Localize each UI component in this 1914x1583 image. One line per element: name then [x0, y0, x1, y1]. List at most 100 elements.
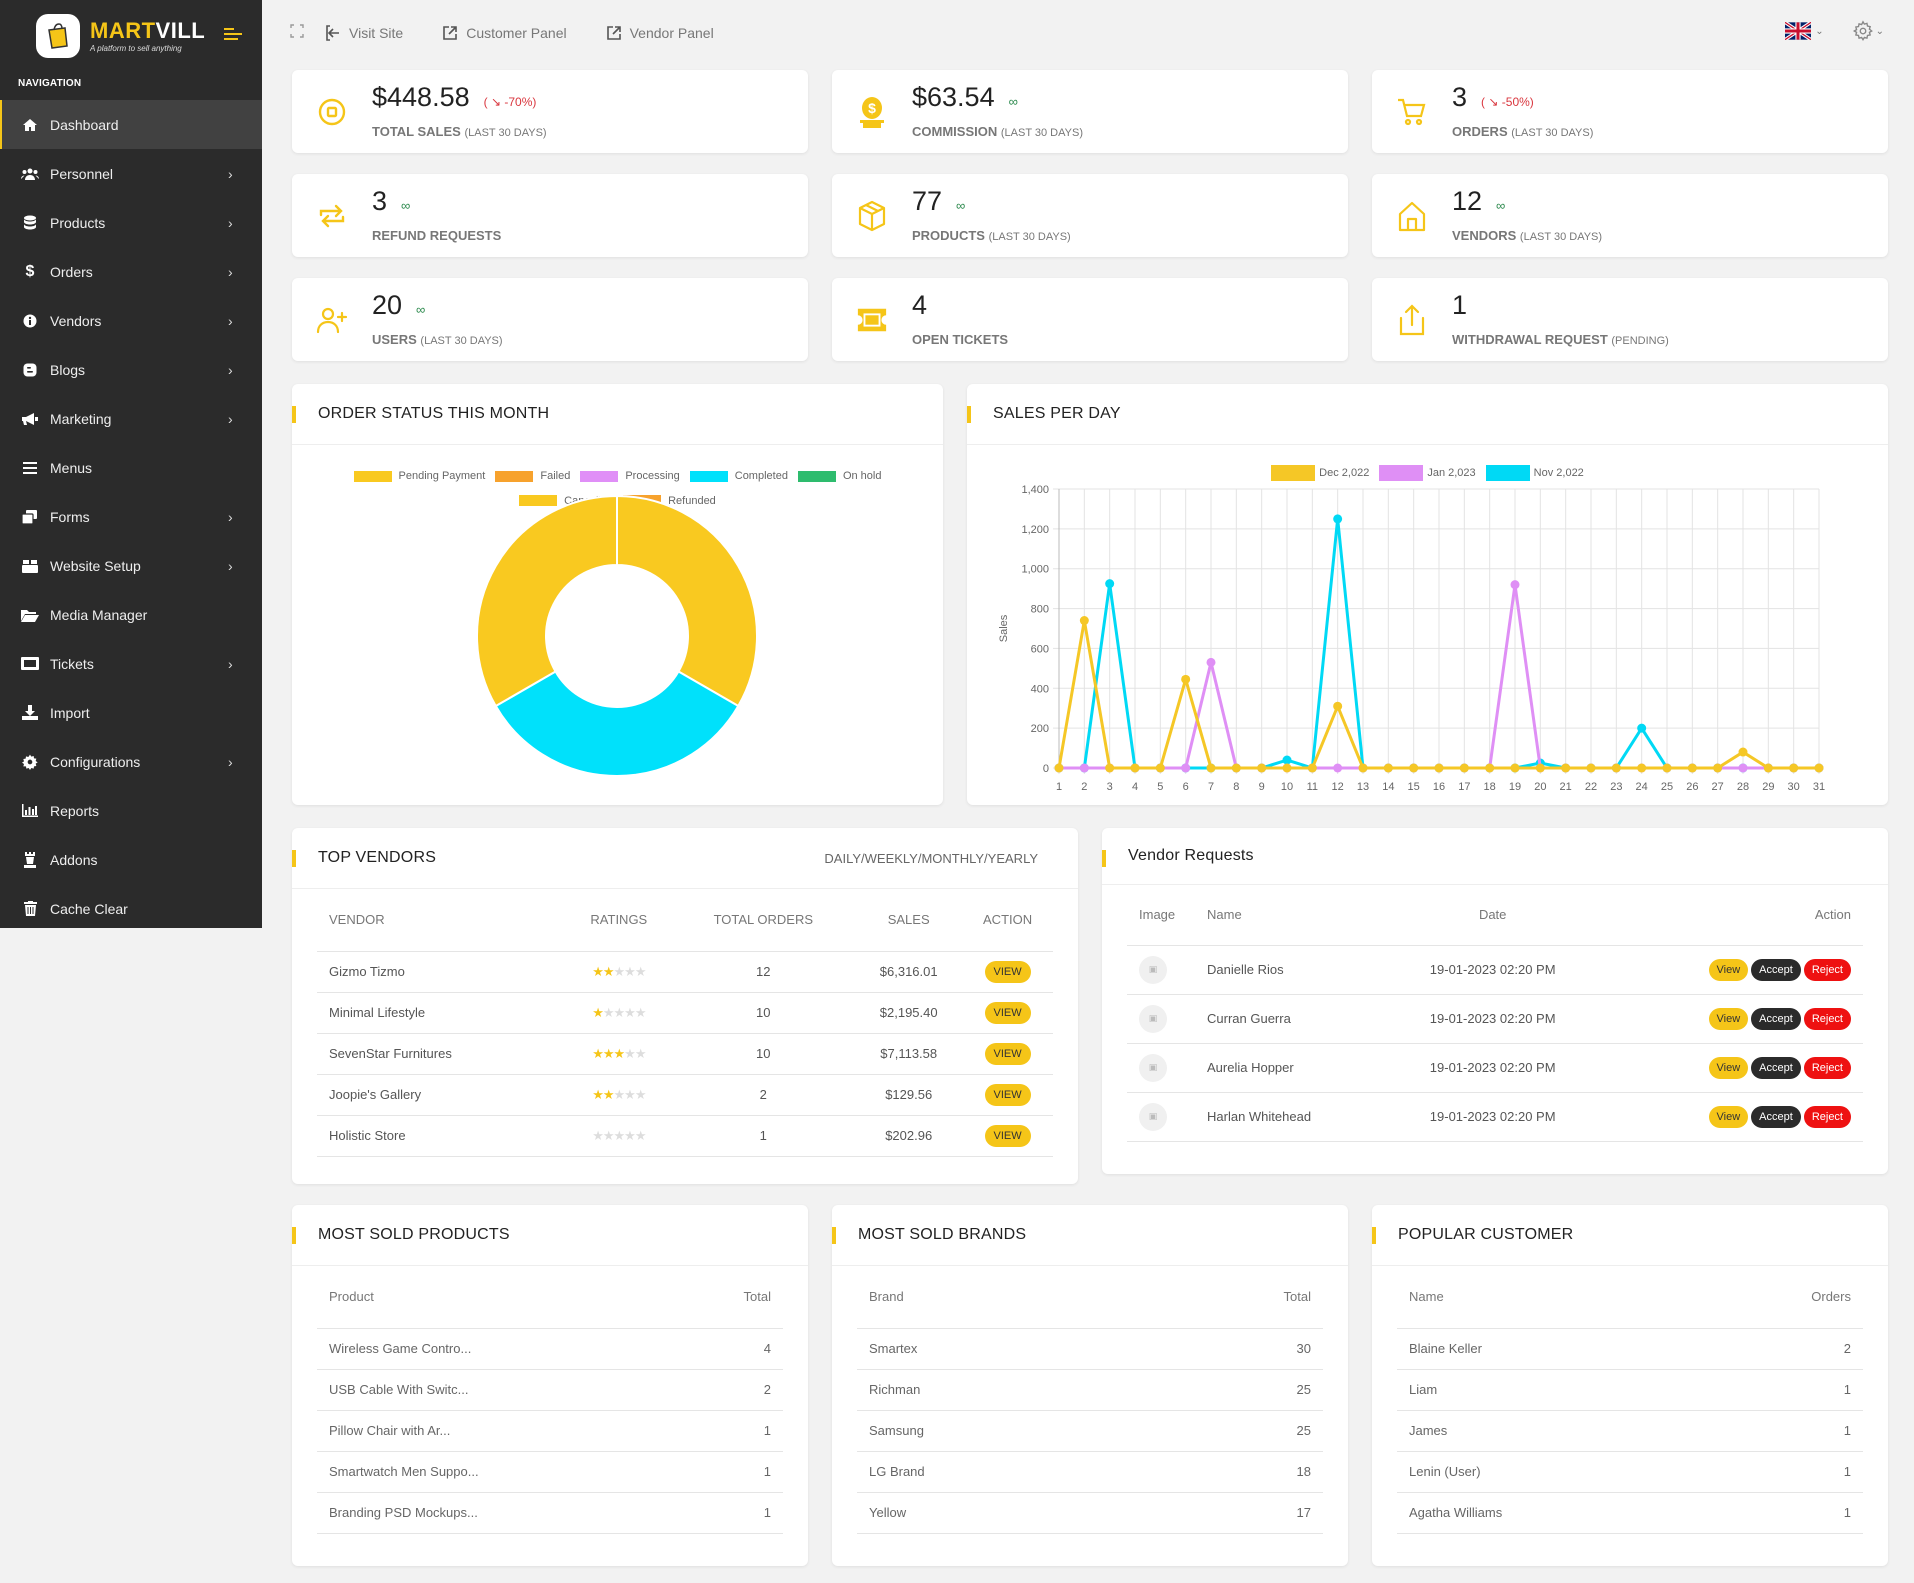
visit-site-link[interactable]: Visit Site: [324, 24, 403, 42]
table-row[interactable]: Richman 25: [857, 1369, 1323, 1411]
table-row[interactable]: LG Brand 18: [857, 1451, 1323, 1493]
sidebar-item-cache-clear[interactable]: Cache Clear: [0, 884, 262, 933]
data-point[interactable]: [1383, 763, 1393, 773]
data-point[interactable]: [1662, 763, 1672, 773]
data-point[interactable]: [1181, 674, 1191, 684]
table-row[interactable]: Blaine Keller 2: [1397, 1328, 1863, 1370]
stat-card-open-tickets[interactable]: 4 OPEN TICKETS: [832, 278, 1348, 361]
data-point[interactable]: [1333, 514, 1343, 524]
accept-request-button[interactable]: Accept: [1751, 958, 1801, 981]
table-row[interactable]: Smartex 30: [857, 1328, 1323, 1370]
language-chevron-down-icon[interactable]: ⌄: [1815, 26, 1823, 37]
sidebar-item-products[interactable]: Products ›: [0, 198, 262, 247]
sidebar-item-tickets[interactable]: Tickets ›: [0, 639, 262, 688]
data-point[interactable]: [1763, 763, 1773, 773]
data-point[interactable]: [1155, 763, 1165, 773]
reject-request-button[interactable]: Reject: [1803, 1007, 1851, 1030]
data-point[interactable]: [1206, 657, 1216, 667]
data-point[interactable]: [1637, 723, 1647, 733]
settings-menu[interactable]: ⌄: [1852, 20, 1884, 42]
table-row[interactable]: Samsung 25: [857, 1410, 1323, 1452]
data-point[interactable]: [1054, 763, 1064, 773]
data-point[interactable]: [1561, 763, 1571, 773]
stat-card-users[interactable]: 20 ∞ USERS (LAST 30 DAYS): [292, 278, 808, 361]
view-vendor-button[interactable]: VIEW: [984, 1001, 1031, 1024]
data-point[interactable]: [1231, 763, 1241, 773]
uk-flag-icon[interactable]: [1785, 22, 1812, 40]
data-point[interactable]: [1586, 763, 1596, 773]
stat-card-vendors[interactable]: 12 ∞ VENDORS (LAST 30 DAYS): [1372, 174, 1888, 257]
table-row[interactable]: Pillow Chair with Ar... 1: [317, 1410, 783, 1452]
table-row[interactable]: Wireless Game Contro... 4: [317, 1328, 783, 1370]
sidebar-item-addons[interactable]: Addons: [0, 835, 262, 884]
logo-icon[interactable]: [36, 14, 80, 58]
data-point[interactable]: [1358, 763, 1368, 773]
reject-request-button[interactable]: Reject: [1803, 958, 1851, 981]
legend-item[interactable]: On hold: [797, 465, 881, 487]
data-point[interactable]: [1409, 763, 1419, 773]
legend-item[interactable]: Failed: [495, 465, 570, 487]
vendor-panel-link[interactable]: Vendor Panel: [605, 24, 714, 42]
data-point[interactable]: [1105, 579, 1115, 589]
legend-item[interactable]: Pending Payment: [353, 465, 485, 487]
stat-card-orders[interactable]: 3 ( ↘ -50%) ORDERS (LAST 30 DAYS): [1372, 70, 1888, 153]
stat-card-products[interactable]: 77 ∞ PRODUCTS (LAST 30 DAYS): [832, 174, 1348, 257]
data-point[interactable]: [1307, 763, 1317, 773]
view-request-button[interactable]: View: [1708, 1105, 1749, 1128]
data-point[interactable]: [1079, 616, 1089, 626]
view-vendor-button[interactable]: VIEW: [984, 1124, 1031, 1147]
data-point[interactable]: [1789, 763, 1799, 773]
view-vendor-button[interactable]: VIEW: [984, 1083, 1031, 1106]
sidebar-item-blogs[interactable]: Blogs ›: [0, 345, 262, 394]
period-filter[interactable]: DAILY/WEEKLY/MONTHLY/YEARLY: [824, 851, 1038, 866]
sidebar-item-import[interactable]: Import: [0, 688, 262, 737]
data-point[interactable]: [1206, 763, 1216, 773]
reject-request-button[interactable]: Reject: [1803, 1056, 1851, 1079]
table-row[interactable]: Liam 1: [1397, 1369, 1863, 1411]
data-point[interactable]: [1738, 747, 1748, 757]
legend-item[interactable]: Completed: [689, 465, 788, 487]
sidebar-item-vendors[interactable]: Vendors ›: [0, 296, 262, 345]
data-point[interactable]: [1814, 763, 1824, 773]
view-vendor-button[interactable]: VIEW: [984, 960, 1031, 983]
table-row[interactable]: James 1: [1397, 1410, 1863, 1452]
sidebar-item-media-manager[interactable]: Media Manager: [0, 590, 262, 639]
legend-item[interactable]: Processing: [580, 465, 680, 487]
accept-request-button[interactable]: Accept: [1751, 1007, 1801, 1030]
sidebar-item-menus[interactable]: Menus: [0, 443, 262, 492]
data-point[interactable]: [1181, 763, 1191, 773]
sidebar-item-marketing[interactable]: Marketing ›: [0, 394, 262, 443]
table-row[interactable]: Agatha Williams 1: [1397, 1492, 1863, 1534]
accept-request-button[interactable]: Accept: [1751, 1056, 1801, 1079]
table-row[interactable]: Lenin (User) 1: [1397, 1451, 1863, 1493]
fullscreen-icon[interactable]: [290, 23, 304, 43]
sidebar-item-configurations[interactable]: Configurations ›: [0, 737, 262, 786]
sidebar-item-website-setup[interactable]: Website Setup ›: [0, 541, 262, 590]
view-request-button[interactable]: View: [1708, 958, 1749, 981]
accept-request-button[interactable]: Accept: [1751, 1105, 1801, 1128]
table-row[interactable]: Yellow 17: [857, 1492, 1323, 1534]
table-row[interactable]: Smartwatch Men Suppo... 1: [317, 1451, 783, 1493]
customer-panel-link[interactable]: Customer Panel: [441, 24, 567, 42]
data-point[interactable]: [1687, 763, 1697, 773]
data-point[interactable]: [1510, 580, 1520, 590]
view-request-button[interactable]: View: [1708, 1056, 1749, 1079]
data-point[interactable]: [1738, 763, 1748, 773]
donut-slice-pending-payment[interactable]: [616, 494, 758, 708]
data-point[interactable]: [1713, 763, 1723, 773]
view-request-button[interactable]: View: [1708, 1007, 1749, 1030]
data-point[interactable]: [1282, 763, 1292, 773]
data-point[interactable]: [1282, 755, 1292, 765]
data-point[interactable]: [1079, 763, 1089, 773]
data-point[interactable]: [1333, 701, 1343, 711]
view-vendor-button[interactable]: VIEW: [984, 1042, 1031, 1065]
donut-slice-completed[interactable]: [494, 670, 740, 778]
data-point[interactable]: [1535, 763, 1545, 773]
sidebar-item-forms[interactable]: Forms ›: [0, 492, 262, 541]
data-point[interactable]: [1459, 763, 1469, 773]
data-point[interactable]: [1130, 763, 1140, 773]
stat-card-withdrawal-request[interactable]: 1 WITHDRAWAL REQUEST (PENDING): [1372, 278, 1888, 361]
data-point[interactable]: [1510, 763, 1520, 773]
data-point[interactable]: [1611, 763, 1621, 773]
data-point[interactable]: [1105, 763, 1115, 773]
